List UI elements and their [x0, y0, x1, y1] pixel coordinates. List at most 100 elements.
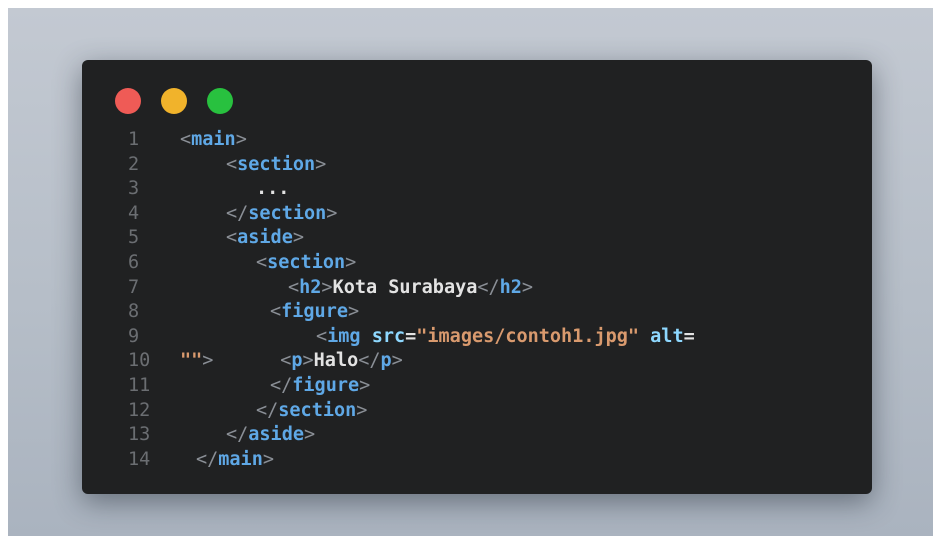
code-token-tag: h2: [299, 276, 322, 298]
line-number: 5: [128, 227, 140, 249]
code-token-punct: <: [280, 350, 292, 372]
code-token-punct: >: [326, 202, 338, 224]
line-number: 14: [128, 448, 151, 470]
code-line: 4 </section>: [0, 202, 933, 227]
code-token-tag: figure: [281, 301, 348, 323]
code-line-content: </section>: [226, 202, 337, 227]
code-token-tag: figure: [292, 374, 360, 396]
code-token-punct: >: [391, 350, 403, 372]
code-line-content: <figure>: [270, 300, 359, 325]
close-window-dot-icon[interactable]: [115, 88, 141, 114]
code-token-str: "": [180, 350, 203, 372]
code-line-content: <main>: [180, 128, 247, 153]
code-token-punct: <: [270, 301, 282, 323]
code-token-punct: </: [256, 399, 279, 421]
code-line: 13 </aside>: [0, 423, 933, 448]
code-line-content: </main>: [196, 448, 274, 473]
minimize-window-dot-icon[interactable]: [161, 88, 187, 114]
code-line: 9 <img src="images/contoh1.jpg" alt=: [0, 325, 933, 350]
code-token-tag: section: [237, 153, 316, 175]
code-token-tag: h2: [499, 276, 522, 298]
code-token-punct: >: [315, 153, 327, 175]
code-line: 5 <aside>: [0, 226, 933, 251]
line-number: 12: [128, 399, 151, 421]
code-token-tag: p: [291, 350, 303, 372]
code-token-txt: ...: [256, 178, 290, 200]
code-line-content: ...: [256, 177, 289, 202]
code-line-content: <h2>Kota Surabaya</h2>: [288, 276, 533, 301]
code-line-content: </aside>: [226, 423, 315, 448]
code-token-punct: >: [202, 350, 214, 372]
code-token-punct: >: [321, 276, 333, 298]
code-token-attr: src: [371, 325, 406, 347]
code-line: 14 </main>: [0, 448, 933, 473]
code-token-punct: >: [302, 350, 314, 372]
code-token-tag: section: [278, 399, 357, 421]
code-token-txt: =: [683, 325, 695, 347]
code-line: 10 ""> <p>Halo</p>: [0, 349, 933, 374]
code-token-punct: >: [292, 227, 304, 249]
code-token-tag: aside: [248, 424, 304, 446]
code-token-txt: =: [405, 325, 417, 347]
code-token-punct: >: [521, 276, 534, 298]
code-line: 2 <section>: [0, 153, 933, 178]
code-line: 8 <figure>: [0, 300, 933, 325]
code-token-punct: >: [235, 129, 247, 150]
code-token-tag: p: [380, 350, 392, 372]
code-token-punct: >: [262, 448, 274, 470]
code-token-punct: <: [316, 325, 328, 347]
code-line-content: <aside>: [226, 226, 304, 251]
line-number: 3: [128, 178, 140, 200]
code-line: 6 <section>: [0, 251, 933, 276]
code-line: 1 <main>: [0, 128, 933, 153]
code-token-tag: main: [218, 448, 263, 470]
code-token-punct: <: [180, 129, 192, 150]
code-token-tag: aside: [237, 227, 293, 249]
line-number: 4: [128, 202, 140, 224]
code-token-punct: >: [303, 424, 316, 446]
code-token-str: "images/contoh1.jpg": [416, 325, 640, 347]
line-number: 6: [128, 251, 140, 273]
code-block: 1 <main> 2 <section> 3... 4 </section> 5 <aside>…: [0, 128, 933, 472]
code-line-content: <section>: [226, 153, 326, 178]
code-token-tag: section: [248, 202, 327, 224]
code-line: 11 </figure>: [0, 374, 933, 399]
code-line-content: </section>: [256, 399, 367, 424]
code-token-txt: Halo: [313, 350, 359, 372]
line-number: 11: [128, 374, 151, 396]
code-token-punct: </: [270, 374, 293, 396]
code-line-content: <img src="images/contoh1.jpg" alt=: [316, 325, 695, 350]
line-number: 2: [128, 153, 140, 175]
code-token-txt: Kota Surabaya: [332, 276, 478, 298]
code-line: 7 <h2>Kota Surabaya</h2>: [0, 276, 933, 301]
code-token-tag: section: [267, 251, 346, 273]
code-token-tag: img: [327, 325, 361, 347]
code-line: 12 </section>: [0, 399, 933, 424]
code-token-punct: </: [196, 448, 219, 470]
code-token-punct: <: [256, 251, 268, 273]
code-token-punct: >: [359, 374, 371, 396]
code-token-tag: main: [191, 129, 236, 150]
code-token-punct: >: [347, 301, 360, 323]
code-token-punct: </: [226, 424, 249, 446]
line-number: 13: [128, 424, 151, 446]
line-number: 9: [128, 325, 140, 347]
code-token-punct: <: [226, 153, 238, 175]
line-number: 8: [128, 301, 140, 323]
code-line-content: ""> <p>Halo</p>: [180, 349, 403, 374]
line-number: 10: [128, 350, 151, 372]
code-token-attr: alt: [650, 325, 684, 347]
line-number: 7: [128, 276, 140, 298]
code-token-punct: </: [358, 350, 381, 372]
code-token-punct: >: [345, 251, 357, 273]
code-token-punct: <: [288, 276, 300, 298]
code-line: 3...: [0, 177, 933, 202]
code-line-content: <section>: [256, 251, 356, 276]
maximize-window-dot-icon[interactable]: [207, 88, 233, 114]
line-number: 1: [128, 129, 140, 150]
code-token-punct: <: [226, 227, 238, 249]
code-token-punct: </: [226, 202, 249, 224]
